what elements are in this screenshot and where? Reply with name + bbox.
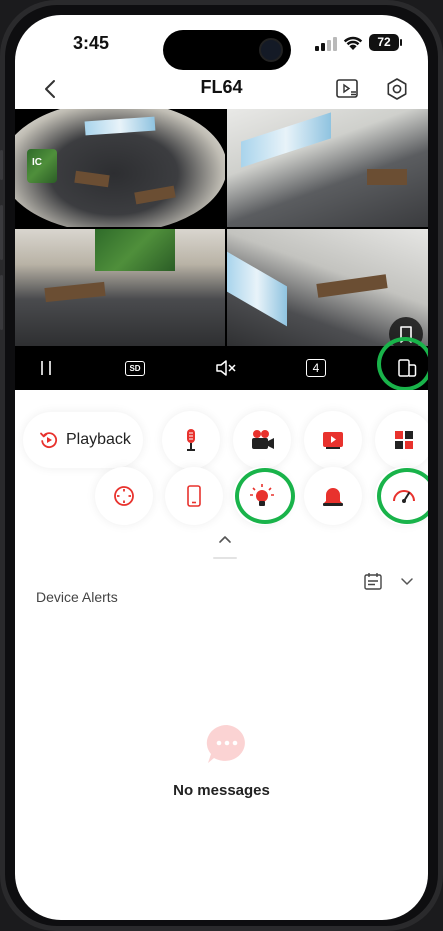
side-button xyxy=(0,205,3,260)
screen-rotate-icon xyxy=(398,359,417,377)
logo-text: IC xyxy=(32,157,42,168)
talk-button[interactable] xyxy=(162,411,220,469)
battery-indicator: 72 xyxy=(369,34,399,51)
playlist-icon[interactable] xyxy=(333,75,361,103)
microphone-icon xyxy=(187,429,195,451)
record-button[interactable] xyxy=(233,411,291,469)
ptz-button[interactable] xyxy=(95,467,153,525)
playback-label: Playback xyxy=(66,431,131,448)
chevron-down-icon[interactable] xyxy=(399,573,415,589)
grid-icon xyxy=(395,431,413,449)
lightbulb-icon xyxy=(250,484,274,506)
bell-icon xyxy=(323,488,343,506)
gauge-button[interactable] xyxy=(375,467,428,525)
settings-icon[interactable] xyxy=(383,75,411,103)
layout-button[interactable] xyxy=(375,411,428,469)
play-screen-icon xyxy=(323,432,343,449)
nav-bar: FL64 xyxy=(15,71,428,109)
side-button xyxy=(0,150,3,180)
camera-icon xyxy=(259,38,283,62)
desk-image xyxy=(367,169,407,185)
logo-wall-image: IC xyxy=(27,149,57,183)
gauge-icon xyxy=(393,490,415,503)
page-title: FL64 xyxy=(200,77,243,97)
playback-button[interactable]: Playback xyxy=(23,412,143,468)
camera-view-3[interactable] xyxy=(15,229,225,346)
video-wall-image xyxy=(241,112,331,168)
drag-handle[interactable] xyxy=(213,557,237,559)
chevron-up-icon[interactable] xyxy=(215,532,235,546)
pause-button[interactable] xyxy=(31,346,61,390)
camera-grid: IC xyxy=(15,109,428,351)
rotate-screen-button[interactable] xyxy=(392,346,422,390)
logo-wall-image xyxy=(95,229,175,271)
video-wall-image xyxy=(227,251,287,327)
video-button[interactable] xyxy=(304,411,362,469)
chat-bubble-icon xyxy=(206,724,245,763)
camera-view-1[interactable]: IC xyxy=(15,109,225,227)
empty-state-text: No messages xyxy=(173,782,270,799)
mute-button[interactable] xyxy=(211,346,241,390)
pause-icon xyxy=(41,361,51,375)
camera-view-2[interactable] xyxy=(227,109,428,227)
quality-button[interactable]: SD xyxy=(120,346,150,390)
video-camera-icon xyxy=(252,430,274,449)
playback-icon xyxy=(40,432,58,449)
speaker-mute-icon xyxy=(216,360,236,376)
app-screen: 3:45 72 FL64 IC SD 4 Playback Device Ale… xyxy=(15,15,428,920)
signal-icon xyxy=(315,37,337,51)
side-button xyxy=(0,275,3,330)
desk-image xyxy=(44,281,106,303)
action-panel: Playback xyxy=(15,390,428,570)
status-time: 3:45 xyxy=(73,33,110,53)
phone-icon xyxy=(187,485,201,507)
alarm-button[interactable] xyxy=(304,467,362,525)
sd-label: SD xyxy=(125,360,145,376)
battery-tip xyxy=(400,39,402,46)
calendar-icon[interactable] xyxy=(363,571,383,591)
phone-button[interactable] xyxy=(165,467,223,525)
split-button[interactable]: 4 xyxy=(301,346,331,390)
dynamic-island xyxy=(163,30,291,70)
desk-image xyxy=(316,274,388,298)
status-bar: 3:45 72 xyxy=(15,15,428,71)
phone-frame: 3:45 72 FL64 IC SD 4 Playback Device Ale… xyxy=(0,0,443,931)
wifi-icon xyxy=(343,36,363,50)
light-button[interactable] xyxy=(233,467,291,525)
ptz-icon xyxy=(114,486,134,506)
video-control-bar: SD 4 xyxy=(15,337,428,391)
device-alerts-title: Device Alerts xyxy=(36,589,118,605)
split-count: 4 xyxy=(306,359,326,377)
